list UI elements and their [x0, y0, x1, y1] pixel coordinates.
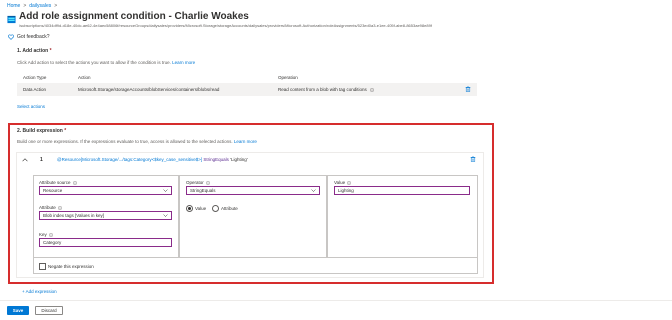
- column-header-action-type: Action Type: [23, 75, 47, 80]
- operator-label: Operator: [186, 180, 204, 185]
- heart-icon: [8, 34, 14, 40]
- add-action-description-row: Click Add action to select the actions y…: [17, 60, 195, 65]
- negate-label: Negate this expression: [48, 264, 94, 269]
- build-expression-description: Build one or more expressions. If the ex…: [17, 139, 233, 144]
- page-title: Add role assignment condition - Charlie …: [19, 11, 249, 22]
- chevron-down-icon: [163, 189, 168, 192]
- add-expression-button[interactable]: + Add expression: [22, 289, 57, 294]
- discard-button[interactable]: Discard: [35, 306, 63, 315]
- add-action-description: Click Add action to select the actions y…: [17, 60, 171, 65]
- radio-attribute-label: Attribute: [221, 206, 238, 211]
- attribute-source-value: Resource: [43, 188, 63, 193]
- info-icon: [370, 87, 374, 92]
- add-action-title: 1. Add action: [17, 48, 49, 54]
- expression-resource-text: @Resource[Microsoft.Storage/.../tags:Cat…: [57, 157, 203, 162]
- value-input[interactable]: Lighting: [334, 186, 470, 195]
- trash-icon[interactable]: [465, 86, 471, 92]
- table-row: Data Action Microsoft.Storage/storageAcc…: [17, 83, 477, 96]
- key-input[interactable]: Category: [39, 238, 172, 247]
- chevron-up-icon[interactable]: [22, 158, 28, 162]
- build-expression-description-row: Build one or more expressions. If the ex…: [17, 139, 257, 144]
- info-icon: [57, 205, 62, 210]
- delete-action-cell: [459, 83, 477, 96]
- required-marker: *: [49, 48, 52, 54]
- select-actions-link[interactable]: Select actions: [17, 104, 45, 109]
- operator-label-row: Operator: [186, 180, 210, 185]
- radio-attribute[interactable]: Attribute: [212, 205, 238, 212]
- add-expression-label: + Add expression: [22, 289, 57, 294]
- value-value: Lighting: [338, 188, 354, 193]
- feedback-link[interactable]: Got feedback?: [8, 34, 50, 40]
- build-expression-learn-more-link[interactable]: Learn more: [234, 139, 257, 144]
- attribute-label-row: Attribute: [39, 205, 62, 210]
- actions-table: Action Type Action Operation Data Action…: [17, 72, 477, 96]
- attribute-source-label: Attribute source: [39, 180, 71, 185]
- attribute-label: Attribute: [39, 205, 56, 210]
- info-icon: [205, 180, 210, 185]
- negate-checkbox[interactable]: [39, 263, 46, 270]
- breadcrumb: Home > dailysales >: [7, 3, 57, 9]
- key-label-row: Key: [39, 232, 53, 237]
- key-label: Key: [39, 232, 47, 237]
- chevron-down-icon: [311, 189, 316, 192]
- info-icon: [72, 180, 77, 185]
- trash-icon[interactable]: [470, 156, 476, 162]
- attribute-value: Blob index tags [Values in key]: [43, 213, 104, 218]
- operation-cell: Read content from a blob with tag condit…: [272, 83, 459, 96]
- expression-operator-text: StringEquals: [203, 157, 229, 162]
- attribute-source-dropdown[interactable]: Resource: [39, 186, 172, 195]
- info-icon: [48, 232, 53, 237]
- key-value: Category: [43, 240, 62, 245]
- radio-button[interactable]: [212, 205, 219, 212]
- action-cell: Microsoft.Storage/storageAccounts/blobSe…: [72, 83, 272, 96]
- operator-value: StringEquals: [190, 188, 216, 193]
- column-header-operation: Operation: [278, 75, 298, 80]
- info-icon: [347, 180, 352, 185]
- actions-table-header: Action Type Action Operation: [17, 72, 477, 83]
- footer-divider: [0, 300, 672, 301]
- storage-account-icon: [7, 15, 16, 24]
- add-action-learn-more-link[interactable]: Learn more: [172, 60, 195, 65]
- radio-value-label: Value: [195, 206, 207, 211]
- negate-row: [33, 258, 478, 274]
- action-type-cell: Data Action: [17, 83, 72, 96]
- operation-text: Read content from a blob with tag condit…: [278, 87, 367, 92]
- expression-number: 1: [40, 157, 43, 163]
- radio-button-selected[interactable]: [186, 205, 193, 212]
- chevron-down-icon: [163, 214, 168, 217]
- operator-dropdown[interactable]: StringEquals: [186, 186, 320, 195]
- required-marker: *: [64, 128, 67, 134]
- save-button[interactable]: Save: [7, 306, 29, 315]
- value-label-row: Value: [334, 180, 352, 185]
- attribute-dropdown[interactable]: Blob index tags [Values in key]: [39, 211, 172, 220]
- build-expression-title: 2. Build expression: [17, 128, 63, 134]
- column-header-action: Action: [78, 75, 91, 80]
- breadcrumb-dailysales[interactable]: dailysales: [29, 3, 51, 9]
- attribute-source-label-row: Attribute source: [39, 180, 77, 185]
- negate-checkbox-row[interactable]: Negate this expression: [39, 263, 94, 270]
- build-expression-heading: 2. Build expression *: [17, 128, 66, 134]
- expression-value-text: 'Lighting': [230, 157, 248, 162]
- breadcrumb-separator: >: [23, 3, 27, 9]
- feedback-label: Got feedback?: [17, 34, 50, 40]
- expression-summary: @Resource[Microsoft.Storage/.../tags:Cat…: [57, 157, 248, 162]
- breadcrumb-separator-trailing: >: [54, 3, 58, 9]
- add-action-heading: 1. Add action *: [17, 48, 52, 54]
- resource-path: /subscriptions/4034df9d-d18e-40dc-ae62-4…: [19, 23, 432, 28]
- radio-value[interactable]: Value: [186, 205, 206, 212]
- breadcrumb-home[interactable]: Home: [7, 3, 20, 9]
- value-label: Value: [334, 180, 346, 185]
